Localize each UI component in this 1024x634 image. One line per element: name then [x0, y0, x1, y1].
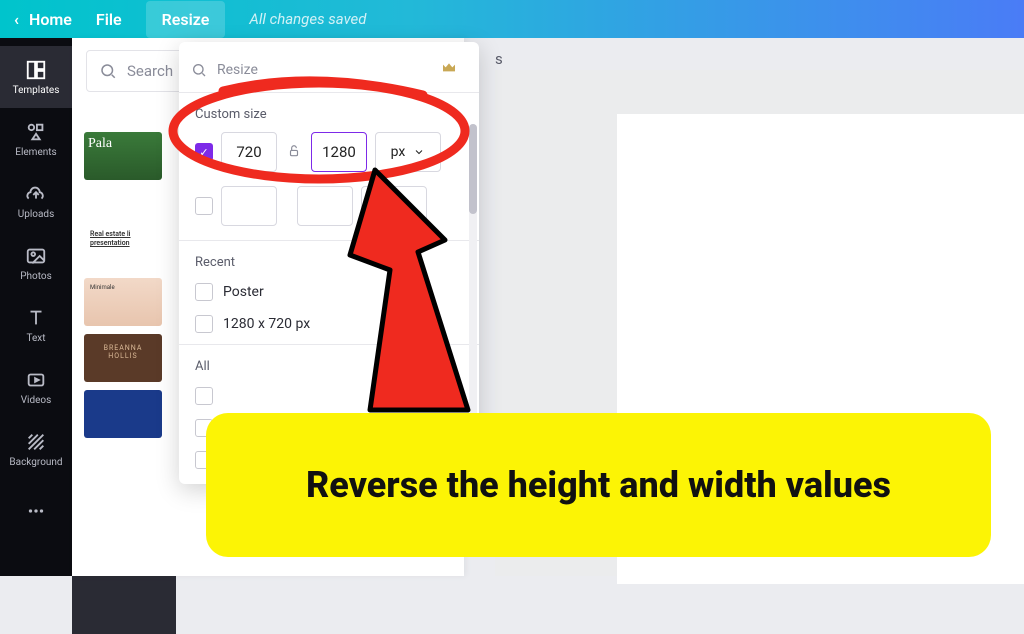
- option-label: 1280 x 720 px: [223, 316, 310, 332]
- rail-templates[interactable]: Templates: [0, 46, 72, 108]
- all-label: All: [179, 353, 479, 380]
- width-input[interactable]: [221, 132, 277, 172]
- rail-label: Elements: [15, 147, 56, 158]
- menu-resize[interactable]: Resize: [146, 1, 226, 38]
- elements-icon: [25, 121, 47, 143]
- divider: [179, 344, 479, 345]
- top-menu-bar: ‹ Home File Resize All changes saved: [0, 0, 1024, 38]
- unit-select[interactable]: px: [375, 132, 441, 172]
- lock-aspect-icon[interactable]: [285, 143, 303, 162]
- dropdown-scrollbar-thumb[interactable]: [469, 124, 477, 214]
- rail-photos[interactable]: Photos: [0, 232, 72, 294]
- rail-label: Text: [26, 333, 45, 344]
- chevron-down-icon: [413, 146, 425, 158]
- option-checkbox[interactable]: [195, 283, 213, 301]
- resize-option-poster[interactable]: Poster: [179, 276, 479, 308]
- rail-text[interactable]: Text: [0, 294, 72, 356]
- save-status: All changes saved: [249, 10, 366, 28]
- custom-size-row-secondary: [179, 182, 479, 236]
- template-thumb[interactable]: Real estate li presentation: [84, 222, 162, 270]
- template-thumb[interactable]: [84, 390, 162, 438]
- divider: [179, 240, 479, 241]
- resize-search-input[interactable]: Resize: [191, 52, 467, 88]
- unit-select-2[interactable]: [361, 186, 427, 226]
- menu-file[interactable]: File: [96, 10, 122, 29]
- template-thumb[interactable]: Pala: [84, 132, 162, 180]
- thumb-text: Real estate li: [90, 230, 156, 239]
- custom-size-label: Custom size: [179, 101, 479, 128]
- resize-option-recent-size[interactable]: 1280 x 720 px: [179, 308, 479, 340]
- rail-label: Videos: [21, 395, 52, 406]
- rail-more[interactable]: [0, 480, 72, 542]
- templates-icon: [25, 59, 47, 81]
- rail-background[interactable]: Background: [0, 418, 72, 480]
- resize-search-placeholder: Resize: [217, 62, 258, 78]
- search-icon: [191, 62, 207, 78]
- unit-value: px: [391, 144, 406, 160]
- more-icon: [25, 500, 47, 522]
- width-input-2[interactable]: [221, 186, 277, 226]
- search-icon: [99, 62, 117, 80]
- rail-label: Templates: [13, 85, 60, 96]
- canvas-toolbar-remnant: s: [495, 50, 503, 68]
- thumb-text: presentation: [90, 239, 156, 248]
- text-icon: [25, 307, 47, 329]
- rail-videos[interactable]: Videos: [0, 356, 72, 418]
- height-input[interactable]: [311, 132, 367, 172]
- videos-icon: [25, 369, 47, 391]
- divider: [179, 92, 479, 93]
- rail-label: Uploads: [18, 209, 54, 220]
- photos-icon: [25, 245, 47, 267]
- option-label: Poster: [223, 284, 264, 300]
- menu-home[interactable]: Home: [29, 10, 72, 29]
- back-chevron-icon[interactable]: ‹: [14, 10, 19, 29]
- rail-label: Background: [9, 457, 62, 468]
- recent-label: Recent: [179, 249, 479, 276]
- rail-label: Photos: [20, 271, 52, 282]
- height-input-2[interactable]: [297, 186, 353, 226]
- rail-elements[interactable]: Elements: [0, 108, 72, 170]
- option-checkbox[interactable]: [195, 315, 213, 333]
- rail-uploads[interactable]: Uploads: [0, 170, 72, 232]
- left-nav-rail: Templates Elements Uploads Photos Text V…: [0, 38, 72, 576]
- custom-size-row: ✓ px: [179, 128, 479, 182]
- template-thumb[interactable]: Minimale: [84, 278, 162, 326]
- custom-size-checkbox[interactable]: ✓: [195, 143, 213, 161]
- template-thumb[interactable]: BREANNA HOLLIS: [84, 334, 162, 382]
- chevron-down-icon: [392, 200, 404, 212]
- panel-search-placeholder: Search: [127, 62, 173, 80]
- uploads-icon: [25, 183, 47, 205]
- annotation-callout: Reverse the height and width values: [206, 413, 991, 557]
- background-icon: [25, 431, 47, 453]
- option-checkbox[interactable]: [195, 387, 213, 405]
- custom-size-checkbox[interactable]: [195, 197, 213, 215]
- crown-icon: [441, 60, 467, 80]
- resize-option[interactable]: [179, 380, 479, 412]
